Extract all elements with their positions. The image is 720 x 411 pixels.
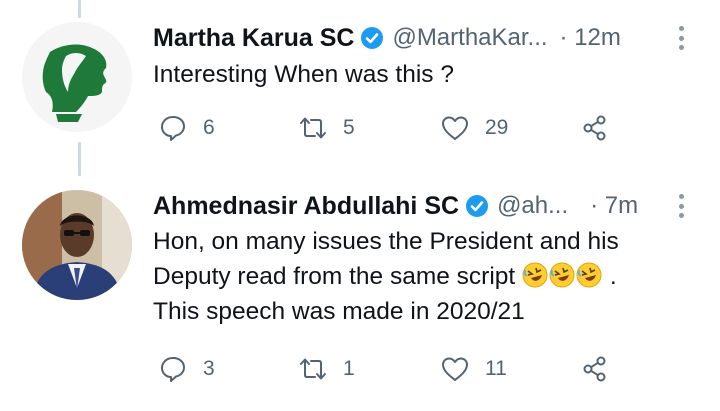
verified-badge-icon [465, 194, 489, 218]
tweet-text-line-2-prefix: Deputy read from the same script [153, 263, 516, 290]
tweet-martha[interactable]: Martha Karua SC @MarthaKar... · 12m Inte… [0, 0, 720, 176]
tweet-timestamp[interactable]: · 7m [590, 192, 638, 220]
tweet-text: Interesting When was this ? [153, 57, 693, 92]
retweet-button[interactable]: 5 [298, 108, 355, 148]
reply-button[interactable]: 6 [158, 108, 215, 148]
tweet-text-line-1: Hon, on many issues the President and hi… [153, 228, 619, 255]
tweet-text-line: Interesting When was this ? [153, 61, 454, 88]
profile-photo [22, 190, 132, 300]
tweet-text-line-3: This speech was made in 2020/21 [153, 298, 525, 325]
author-name[interactable]: Martha Karua SC [153, 24, 354, 53]
tweet-ahmednasir[interactable]: Ahmednasir Abdullahi SC @ah... · 7m Hon,… [0, 176, 720, 411]
reply-button[interactable]: 3 [158, 349, 215, 389]
share-button[interactable] [580, 349, 610, 389]
tweet-text-line-2-suffix: . [609, 263, 617, 290]
like-button[interactable]: 29 [440, 108, 508, 148]
like-count: 11 [485, 357, 507, 380]
share-icon [583, 356, 606, 382]
share-button[interactable] [580, 108, 610, 148]
reply-icon [161, 357, 185, 382]
retweet-button[interactable]: 1 [298, 349, 355, 389]
share-icon [583, 115, 606, 141]
tweet-header: Martha Karua SC @MarthaKar... · 12m [153, 18, 720, 58]
avatar-martha[interactable] [22, 22, 132, 132]
tweet-header: Ahmednasir Abdullahi SC @ah... · 7m [153, 186, 720, 226]
more-options-icon[interactable] [678, 194, 684, 218]
tweet-actions: 3 1 11 [158, 349, 628, 389]
author-handle[interactable]: @ah... [497, 192, 568, 220]
like-count: 29 [485, 116, 509, 139]
retweet-icon [300, 117, 326, 139]
profile-silhouette-logo [22, 22, 132, 132]
tweet-actions: 6 5 29 [158, 108, 628, 148]
like-button[interactable]: 11 [440, 349, 507, 389]
author-name[interactable]: Ahmednasir Abdullahi SC [153, 192, 459, 221]
avatar-ahmednasir[interactable] [22, 190, 132, 300]
more-options-icon[interactable] [678, 26, 684, 50]
heart-icon [442, 357, 468, 381]
reply-icon [161, 116, 185, 141]
tweet-timestamp[interactable]: · 12m [560, 24, 621, 52]
tweet-text-line-2: Deputy read from the same script . [153, 259, 693, 294]
rolling-laughing-emoji-icon [522, 262, 610, 290]
verified-badge-icon [360, 26, 384, 50]
tweet-text: Hon, on many issues the President and hi… [153, 224, 693, 329]
retweet-icon [300, 358, 326, 380]
reply-count: 6 [203, 116, 215, 139]
author-handle[interactable]: @MarthaKar... [392, 24, 547, 52]
retweet-count: 1 [343, 357, 355, 380]
retweet-count: 5 [343, 116, 355, 139]
reply-count: 3 [203, 357, 215, 380]
heart-icon [442, 116, 468, 140]
